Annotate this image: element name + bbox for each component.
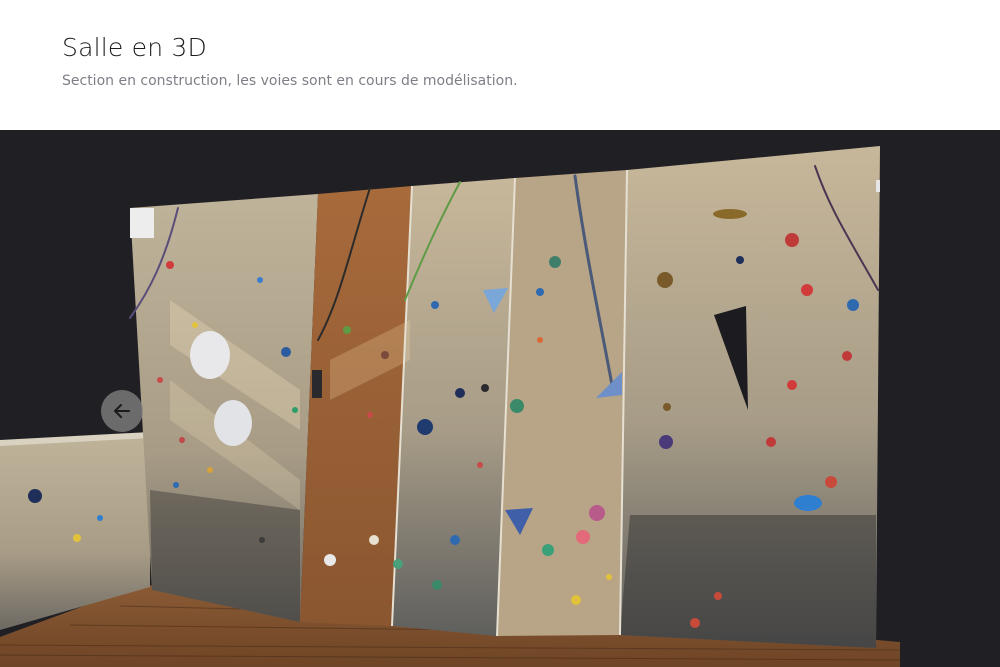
wall-panel-3 — [392, 178, 515, 636]
white-volume-2 — [214, 400, 252, 446]
arrow-left-icon — [114, 404, 130, 418]
page-subtitle: Section en construction, les voies sont … — [62, 73, 518, 89]
page-title: Salle en 3D — [62, 33, 207, 62]
white-volume-1 — [190, 331, 230, 379]
back-button[interactable] — [101, 390, 143, 432]
climbing-wall-scene[interactable] — [0, 130, 1000, 667]
page-header: Salle en 3D Section en construction, les… — [0, 0, 1000, 130]
3d-viewer[interactable] — [0, 130, 1000, 667]
